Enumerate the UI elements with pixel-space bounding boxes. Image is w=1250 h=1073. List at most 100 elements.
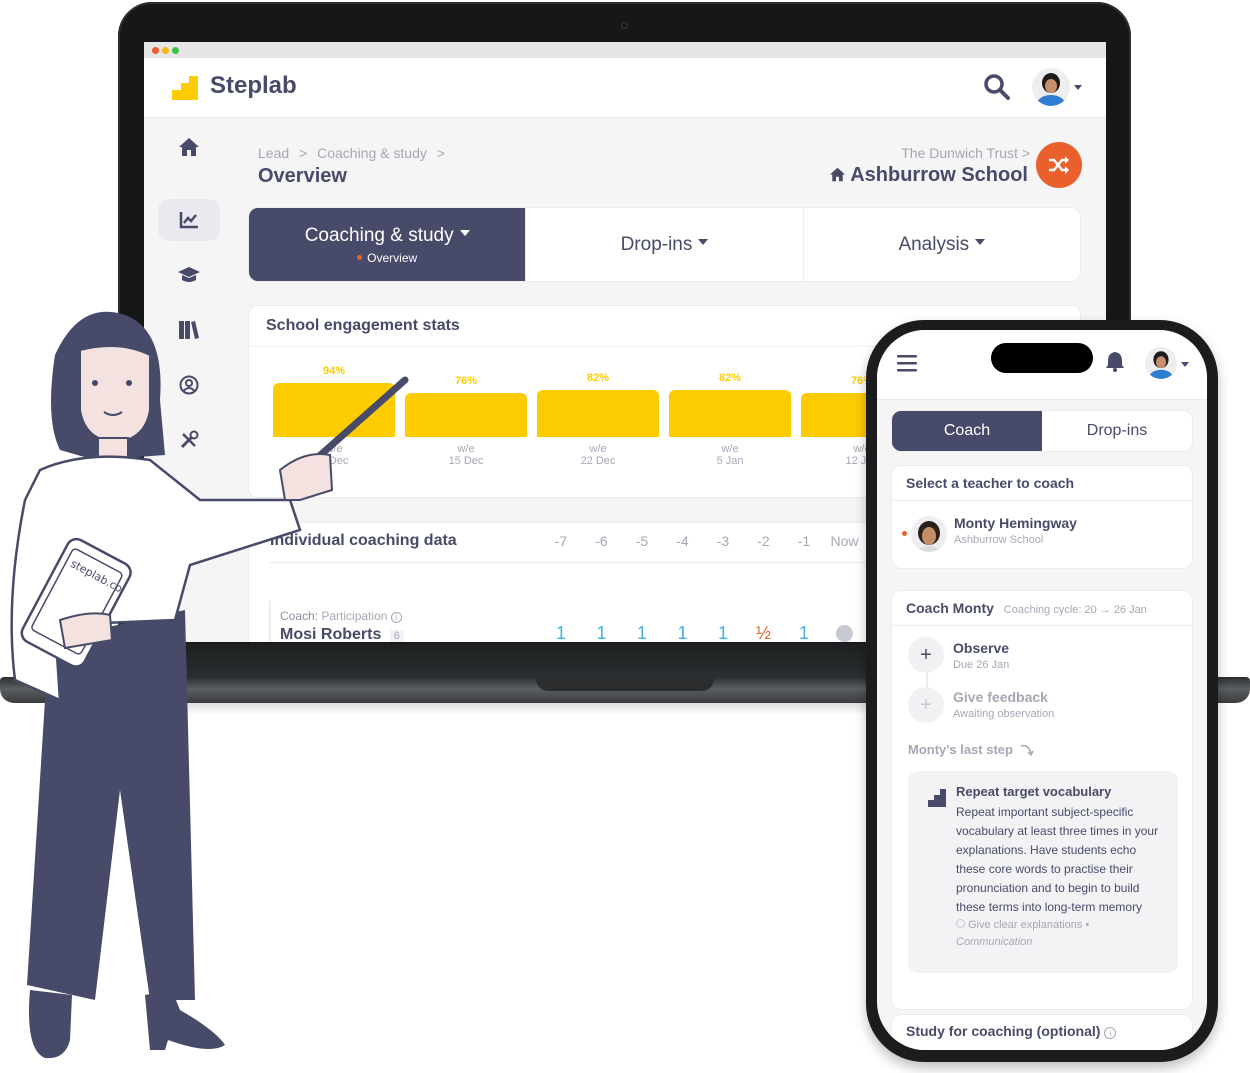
chevron-down-icon [698,239,709,246]
school-home-icon [830,167,846,182]
user-avatar[interactable] [1032,68,1070,106]
coaching-score-cell[interactable]: 1 [784,623,824,642]
column-header: -5 [635,533,649,549]
breadcrumb-separator: > [1021,145,1030,161]
column-header: -7 [554,533,568,549]
teacher-avatar [911,516,947,552]
last-step-tag: Give clear explanations • [956,919,1089,931]
window-close-button[interactable] [152,47,159,54]
chevron-down-icon [459,230,470,237]
column-header: -3 [716,533,730,549]
coaching-cycle: Coaching cycle: 20 → 26 Jan [1003,604,1147,616]
info-icon[interactable]: i [1104,1027,1117,1039]
phone-header [877,330,1207,400]
teacher-school: Ashburrow School [954,534,1044,546]
chart-x-tick-label: w/e 15 Dec [448,443,484,467]
sidebar-item-analytics[interactable] [158,199,220,241]
brand-name: Steplab [210,72,297,99]
clock-icon[interactable] [825,623,865,642]
breadcrumb-lead[interactable]: Lead [258,145,289,161]
sidebar-item-learning[interactable] [158,254,220,296]
tab-label: Coaching & study [304,224,454,246]
column-header: -1 [797,533,811,549]
coach-card: Coach Monty Coaching cycle: 20 → 26 Jan … [891,590,1193,1010]
illustration-face [79,345,151,444]
tab-coaching-study[interactable]: Coaching & study Overview [249,208,526,281]
step-feedback-status: Awaiting observation [953,708,1055,720]
app-header: Steplab [144,58,1106,118]
phone-screen: Coach Drop-ins Select a teacher to coach… [877,330,1207,1050]
phone-user-avatar[interactable] [1145,347,1177,379]
column-header: -6 [595,533,608,549]
search-icon[interactable] [982,72,1012,102]
teacher-name: Monty Hemingway [954,515,1077,531]
breadcrumb: Lead > Coaching & study > [258,145,451,161]
chart-x-tick-label: w/e 22 Dec [580,443,616,467]
chart-bar[interactable] [537,389,659,437]
unread-dot-icon [902,531,907,536]
coaching-score-cell[interactable]: 1 [582,623,622,642]
coaching-score-cell[interactable]: 1 [703,623,743,642]
tab-drop-ins[interactable]: Drop-ins [1042,411,1192,451]
coaching-score-cell[interactable]: 1 [541,623,581,642]
step-observe-due: Due 26 Jan [953,659,1010,671]
window-minimize-button[interactable] [162,47,169,54]
coach-card-header: Coach Monty Coaching cycle: 20 → 26 Jan [892,591,1192,626]
chart-bar-value-label: 82% [586,371,610,384]
main-tabs: Coaching & study Overview Drop-ins Analy… [248,207,1081,282]
coaching-score-cell[interactable]: ½ [744,623,784,642]
last-step-text: Monty's last step [908,742,1013,757]
menu-icon[interactable] [897,354,917,372]
switch-school-button[interactable] [1036,142,1082,188]
trust-name[interactable]: The Dunwich Trust [901,145,1018,161]
trust-breadcrumb: The Dunwich Trust > [901,145,1030,161]
study-card: Study for coaching (optional) i [891,1014,1193,1050]
step-feedback-label: Give feedback [953,689,1048,705]
column-header: -2 [757,533,770,549]
study-title: Study for coaching (optional) i [892,1015,1192,1047]
observe-add-button[interactable]: + [908,637,944,673]
step-observe-label[interactable]: Observe [953,640,1009,656]
shuffle-icon [1049,156,1069,174]
sidebar-item-home[interactable] [158,126,220,168]
curved-arrow-icon [1020,744,1034,757]
last-step-tag-text: Give clear explanations • [968,919,1090,931]
study-title-text: Study for coaching (optional) [906,1023,1101,1039]
chart-line-icon [179,212,198,229]
teacher-portrait-icon [911,516,947,552]
target-icon [956,919,965,928]
tab-drop-ins[interactable]: Drop-ins [525,208,802,281]
home-icon [179,138,199,156]
column-header: Now [830,533,859,549]
steplab-logo-icon[interactable] [172,76,198,100]
avatar-portrait-icon [1145,347,1177,379]
last-step-card[interactable]: Repeat target vocabulary Repeat importan… [908,771,1178,973]
last-step-body: Repeat important subject-specific vocabu… [956,805,1159,914]
last-step-category: Communication [956,936,1033,948]
phone-tabs: Coach Drop-ins [891,410,1193,452]
window-maximize-button[interactable] [172,47,179,54]
select-teacher-card: Select a teacher to coach Monty Hemingwa… [891,465,1193,569]
coaching-score-cell[interactable]: 1 [663,623,703,642]
tab-label: Analysis [898,233,970,255]
chart-x-tick-label: w/e 5 Jan [716,443,744,467]
breadcrumb-separator: > [436,145,445,161]
user-menu-chevron-down-icon[interactable] [1074,85,1082,90]
graduation-cap-icon [178,267,200,282]
laptop-trackpad-notch [536,677,714,691]
give-feedback-add-button: + [908,687,944,723]
chart-bar[interactable] [669,389,791,437]
teacher-list-item[interactable]: Monty Hemingway Ashburrow School [892,500,1192,568]
bell-icon[interactable] [1105,350,1125,372]
breadcrumb-coaching[interactable]: Coaching & study [317,145,427,161]
avatar-portrait-icon [1032,68,1070,106]
tab-analysis[interactable]: Analysis [802,208,1080,281]
user-menu-chevron-down-icon[interactable] [1181,362,1189,367]
steplab-step-icon [928,789,946,807]
tab-coach[interactable]: Coach [892,411,1042,451]
browser-titlebar [144,42,1106,58]
last-step-title: Repeat target vocabulary [956,784,1112,799]
active-dot-icon [357,255,363,260]
chart-bar[interactable] [405,393,527,437]
coaching-score-cell[interactable]: 1 [622,623,662,642]
